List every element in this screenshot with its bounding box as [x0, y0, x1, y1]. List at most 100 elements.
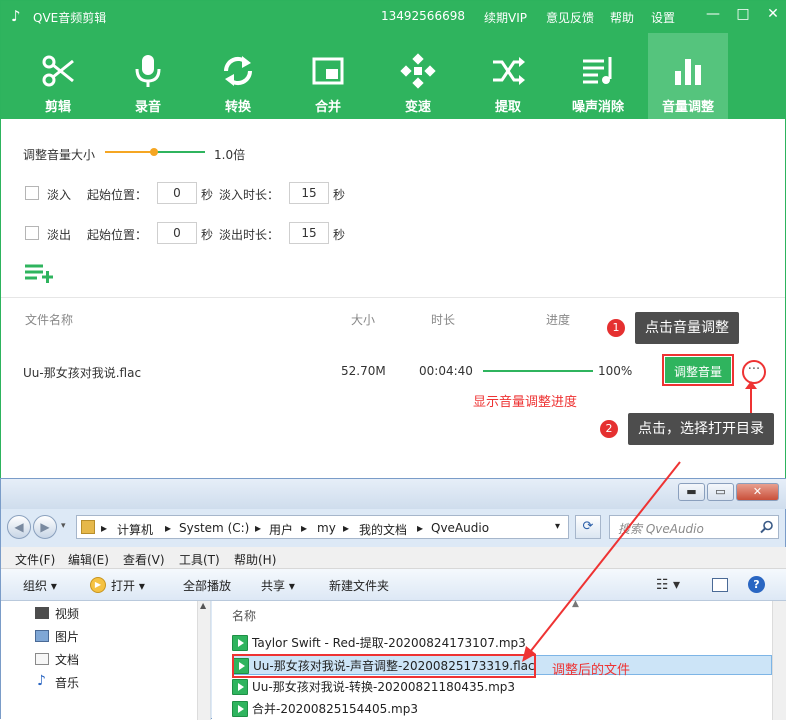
speed-icon	[400, 53, 436, 89]
menu-edit[interactable]: 编辑(E)	[68, 551, 109, 568]
preview-pane-icon[interactable]	[712, 578, 728, 592]
minimize-button[interactable]: —	[704, 6, 722, 22]
tool-noise[interactable]: 噪声消除	[558, 33, 638, 119]
nav-documents[interactable]: 文档	[55, 651, 79, 668]
tool-convert[interactable]: 转换	[198, 33, 278, 119]
file-item-name: Taylor Swift - Red-提取-20200824173107.mp3	[252, 636, 526, 650]
col-header-file-name[interactable]: 名称	[232, 607, 256, 624]
menu-settings[interactable]: 设置	[651, 9, 675, 26]
breadcrumb-sep-icon: ▸	[301, 521, 308, 535]
sort-arrow-icon: ▲	[572, 599, 579, 609]
tool-merge[interactable]: 合并	[288, 33, 368, 119]
fade-out-start-label: 起始位置：	[87, 228, 148, 242]
volume-slider[interactable]	[105, 146, 205, 158]
history-dropdown-icon[interactable]: ▾	[61, 521, 66, 531]
menu-feedback[interactable]: 意见反馈	[546, 9, 594, 26]
app-title: QVE音频剪辑	[33, 11, 107, 25]
tool-cut-label: 剪辑	[44, 100, 71, 115]
file-note: 调整后的文件	[552, 663, 631, 678]
nav-pictures[interactable]: 图片	[55, 628, 79, 645]
nav-music[interactable]: 音乐	[55, 674, 79, 691]
fade-in-duration-input[interactable]: 15	[289, 182, 329, 204]
tool-noise-label: 噪声消除	[571, 100, 624, 115]
fade-out-duration-input[interactable]: 15	[289, 222, 329, 244]
volume-slider-fill	[105, 151, 155, 153]
scissors-icon	[42, 55, 74, 87]
breadcrumb-users[interactable]: 用户	[269, 521, 293, 538]
col-header-progress: 进度	[546, 313, 571, 327]
tool-extract[interactable]: 提取	[468, 33, 548, 119]
cmd-open[interactable]: 打开 ▾	[111, 577, 145, 594]
menu-file[interactable]: 文件(F)	[15, 551, 55, 568]
document-icon	[35, 653, 49, 665]
fade-in-start-label: 起始位置：	[87, 188, 148, 202]
pictures-icon	[35, 630, 49, 642]
explorer-close-button[interactable]: ✕	[736, 483, 779, 501]
arrow-up-icon	[745, 381, 757, 413]
cmd-new-folder[interactable]: 新建文件夹	[329, 577, 389, 594]
row-progress-text: 100%	[598, 364, 633, 378]
breadcrumb-documents[interactable]: 我的文档	[359, 521, 407, 538]
menu-tools[interactable]: 工具(T)	[179, 551, 220, 568]
file-item-name: Uu-那女孩对我说-转换-20200821180435.mp3	[252, 680, 516, 694]
file-scrollbar[interactable]	[772, 601, 786, 720]
address-dropdown-icon[interactable]: ▾	[555, 521, 560, 532]
volume-slider-thumb[interactable]	[150, 148, 158, 156]
address-bar[interactable]: ▸ 计算机 ▸ System (C:) ▸ 用户 ▸ my ▸ 我的文档 ▸ Q…	[76, 515, 569, 539]
breadcrumb-drive[interactable]: System (C:)	[179, 521, 249, 535]
video-icon	[35, 607, 49, 619]
microphone-icon	[135, 55, 161, 87]
fade-out-duration-label: 淡出时长：	[219, 228, 280, 242]
menu-view[interactable]: 查看(V)	[123, 551, 165, 568]
cmd-organize[interactable]: 组织 ▾	[23, 577, 57, 594]
play-icon: ▶	[90, 577, 106, 593]
help-icon[interactable]: ?	[748, 576, 765, 593]
breadcrumb-sep-icon: ▸	[417, 521, 424, 535]
fade-in-label: 淡入	[47, 188, 72, 202]
progress-note: 显示音量调整进度	[473, 395, 578, 410]
nav-scrollbar[interactable]: ▲	[197, 601, 210, 720]
volume-value: 1.0倍	[214, 148, 246, 162]
explorer-minimize-button[interactable]: ▬	[678, 483, 705, 501]
search-icon[interactable]	[760, 520, 774, 534]
fade-in-duration-label: 淡入时长：	[219, 188, 280, 202]
add-list-icon[interactable]	[25, 263, 55, 283]
adjust-volume-button[interactable]: 调整音量	[662, 354, 734, 386]
explorer-title-bar: ▬ ▭ ✕	[1, 479, 786, 509]
explorer-maximize-button[interactable]: ▭	[707, 483, 734, 501]
nav-videos[interactable]: 视频	[55, 605, 79, 622]
search-box[interactable]: 搜索 QveAudio	[609, 515, 779, 539]
tool-volume[interactable]: 音量调整	[648, 33, 728, 119]
fade-out-start-unit: 秒	[201, 228, 214, 242]
breadcrumb-sep-icon: ▸	[101, 521, 108, 535]
view-options-icon[interactable]: ☷ ▾	[656, 577, 680, 593]
breadcrumb-computer[interactable]: 计算机	[117, 521, 153, 538]
fade-in-start-input[interactable]: 0	[157, 182, 197, 204]
menu-help[interactable]: 帮助(H)	[234, 551, 276, 568]
merge-icon	[312, 57, 344, 85]
breadcrumb-my[interactable]: my	[317, 521, 336, 535]
tool-extract-label: 提取	[494, 100, 521, 115]
folder-icon	[81, 520, 95, 534]
breadcrumb-qveaudio[interactable]: QveAudio	[431, 521, 489, 535]
scroll-up-icon[interactable]: ▲	[200, 601, 206, 610]
cmd-play-all[interactable]: 全部播放	[183, 577, 231, 594]
fade-out-checkbox[interactable]	[25, 226, 39, 240]
music-icon: ♪	[37, 673, 46, 689]
refresh-icon[interactable]: ⟳	[575, 515, 601, 539]
tool-cut[interactable]: 剪辑	[18, 33, 98, 119]
tool-speed[interactable]: 变速	[378, 33, 458, 119]
back-button[interactable]: ◀	[7, 515, 31, 539]
progress-bar-fill	[483, 370, 593, 372]
menu-help[interactable]: 帮助	[610, 9, 634, 26]
fade-out-start-input[interactable]: 0	[157, 222, 197, 244]
forward-button[interactable]: ▶	[33, 515, 57, 539]
tool-record[interactable]: 录音	[108, 33, 188, 119]
fade-in-checkbox[interactable]	[25, 186, 39, 200]
file-list-pane: 名称 ▲ Taylor Swift - Red-提取-2020082417310…	[212, 599, 786, 720]
maximize-button[interactable]: □	[734, 6, 752, 22]
fade-in-duration-unit: 秒	[333, 188, 346, 202]
menu-renew-vip[interactable]: 续期VIP	[484, 9, 527, 26]
close-button[interactable]: ✕	[764, 6, 782, 22]
cmd-share[interactable]: 共享 ▾	[261, 577, 295, 594]
